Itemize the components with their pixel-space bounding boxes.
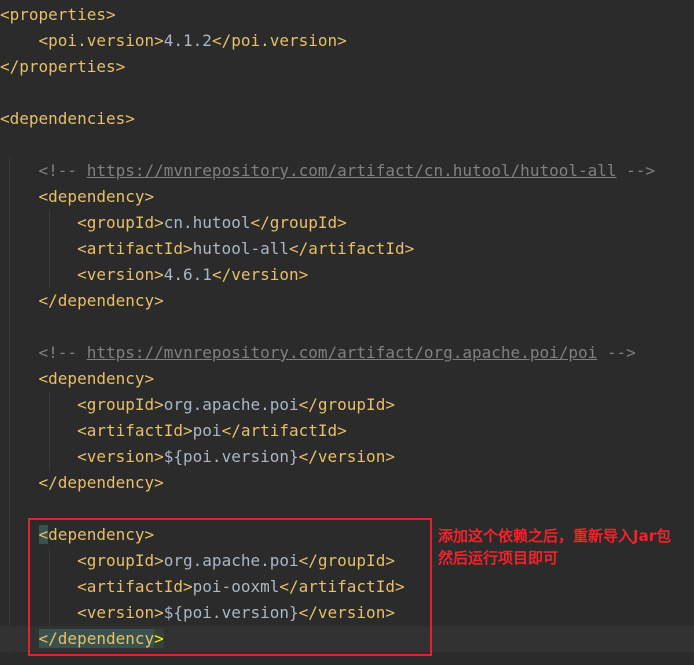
comment-link[interactable]: https://mvnrepository.com/artifact/org.a… xyxy=(87,343,598,362)
xml-tag: <groupId> xyxy=(77,213,164,232)
xml-comment: --> xyxy=(616,161,656,180)
xml-tag: </version> xyxy=(211,265,309,284)
xml-value: ${poi.version} xyxy=(163,447,299,466)
code-line[interactable]: <dependency> xyxy=(0,184,694,210)
xml-tag: <artifactId> xyxy=(77,421,193,440)
xml-value: hutool-all xyxy=(192,239,289,258)
xml-tag: </groupId> xyxy=(298,395,395,414)
xml-comment: <!-- xyxy=(38,343,87,362)
annotation-note: 添加这个依赖之后，重新导入Jar包 然后运行项目即可 xyxy=(438,525,694,569)
comment-link[interactable]: https://mvnrepository.com/artifact/cn.hu… xyxy=(87,161,617,180)
xml-tag: </dependency> xyxy=(38,473,164,492)
xml-tag: <groupId> xyxy=(77,395,164,414)
xml-tag: <version> xyxy=(77,265,164,284)
annotation-box xyxy=(28,518,432,656)
code-line[interactable]: <groupId>cn.hutool</groupId> xyxy=(0,210,694,236)
code-line[interactable]: <artifactId>poi</artifactId> xyxy=(0,418,694,444)
xml-tag: <poi.version> xyxy=(38,31,164,50)
xml-tag: <artifactId> xyxy=(77,239,193,258)
code-line[interactable]: <poi.version>4.1.2</poi.version> xyxy=(0,28,694,54)
code-line[interactable]: <dependencies> xyxy=(0,106,694,132)
xml-value: 4.6.1 xyxy=(163,265,212,284)
code-line[interactable]: <!-- https://mvnrepository.com/artifact/… xyxy=(0,340,694,366)
xml-comment: --> xyxy=(597,343,636,362)
code-line[interactable]: </dependency> xyxy=(0,470,694,496)
xml-value: 4.1.2 xyxy=(163,31,212,50)
code-editor[interactable]: <properties> <poi.version>4.1.2</poi.ver… xyxy=(0,0,694,665)
code-line[interactable]: <version>${poi.version}</version> xyxy=(0,444,694,470)
code-line[interactable]: </properties> xyxy=(0,54,694,80)
code-line[interactable]: <!-- https://mvnrepository.com/artifact/… xyxy=(0,158,694,184)
code-line[interactable]: <dependency> xyxy=(0,366,694,392)
xml-tag: <dependency> xyxy=(38,369,155,388)
xml-tag: <properties> xyxy=(0,5,116,24)
xml-value: org.apache.poi xyxy=(163,395,299,414)
xml-tag: </artifactId> xyxy=(288,239,415,258)
code-line[interactable]: <artifactId>hutool-all</artifactId> xyxy=(0,236,694,262)
xml-tag: </poi.version> xyxy=(211,31,347,50)
xml-tag: <dependencies> xyxy=(0,109,135,128)
code-line[interactable]: <groupId>org.apache.poi</groupId> xyxy=(0,392,694,418)
xml-value: poi xyxy=(192,421,222,440)
xml-tag: </dependency> xyxy=(38,291,164,310)
code-line[interactable]: </dependency> xyxy=(0,288,694,314)
xml-tag: </properties> xyxy=(0,57,126,76)
annotation-line: 然后运行项目即可 xyxy=(438,549,559,567)
xml-value: cn.hutool xyxy=(163,213,251,232)
xml-tag: </groupId> xyxy=(250,213,347,232)
xml-comment: <!-- xyxy=(38,161,87,180)
xml-tag: <version> xyxy=(77,447,164,466)
code-line[interactable]: <version>4.6.1</version> xyxy=(0,262,694,288)
code-line[interactable]: <properties> xyxy=(0,2,694,28)
annotation-line: 添加这个依赖之后，重新导入Jar包 xyxy=(438,527,672,545)
xml-tag: </artifactId> xyxy=(221,421,347,440)
xml-tag: </version> xyxy=(298,447,395,466)
xml-tag: <dependency> xyxy=(38,187,155,206)
